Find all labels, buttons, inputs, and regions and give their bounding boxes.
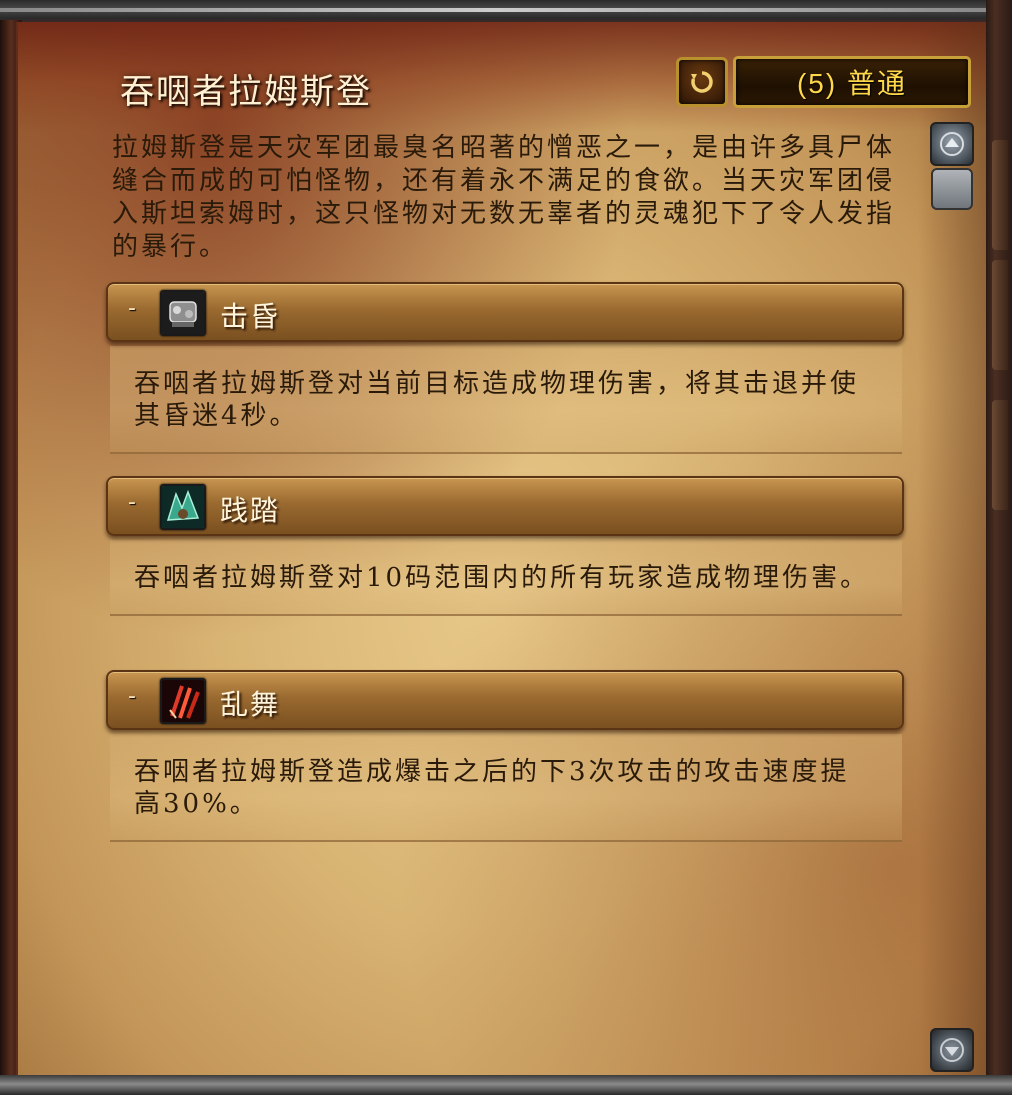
side-tab[interactable] — [992, 140, 1008, 250]
scroll-down-button[interactable] — [930, 1028, 974, 1072]
scroll-up-button[interactable] — [930, 122, 974, 166]
side-tab[interactable] — [992, 260, 1008, 370]
scrollbar-thumb[interactable] — [931, 168, 973, 210]
difficulty-dropdown[interactable]: (5) 普通 — [733, 56, 971, 108]
side-tab[interactable] — [992, 400, 1008, 510]
encounter-title: 吞咽者拉姆斯登 — [120, 72, 372, 112]
scroll-down-icon — [940, 1038, 964, 1062]
reset-button[interactable] — [676, 57, 728, 107]
window-frame-bottom — [0, 1075, 1012, 1095]
encounter-content: 拉姆斯登是天灾军团最臭名昭著的憎恶之一，是由许多具尸体缝合而成的可怕怪物，还有着… — [28, 118, 920, 1070]
window-frame-right — [986, 0, 1012, 1095]
encounter-description: 拉姆斯登是天灾军团最臭名昭著的憎恶之一，是由许多具尸体缝合而成的可怕怪物，还有着… — [112, 133, 896, 262]
scroll-up-icon — [940, 132, 964, 156]
difficulty-label: (5) 普通 — [796, 68, 907, 99]
reset-arrow-icon — [691, 71, 713, 93]
